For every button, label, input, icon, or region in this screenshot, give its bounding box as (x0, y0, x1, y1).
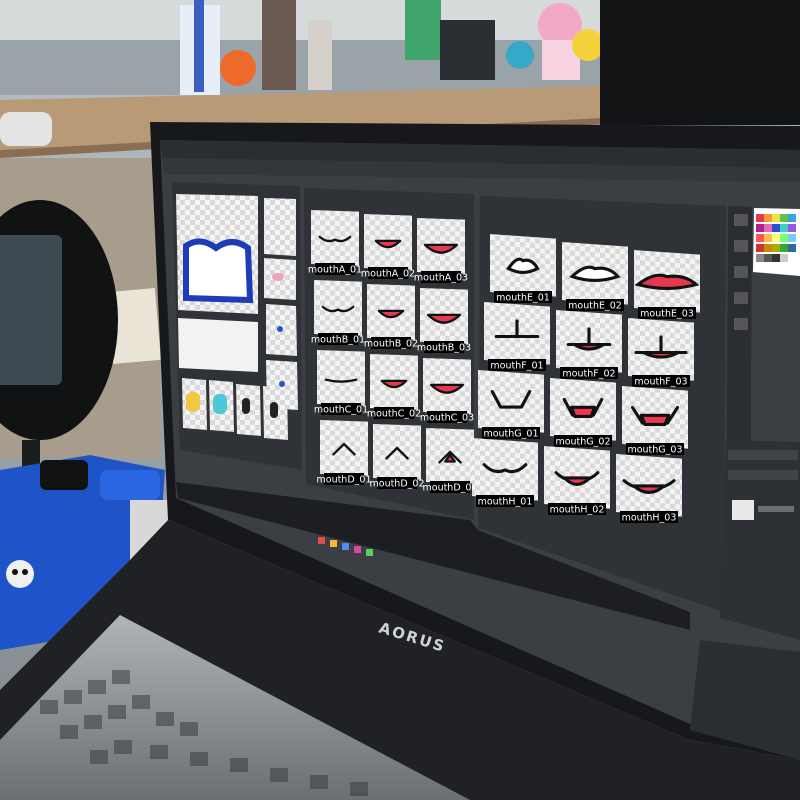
tool-icon (734, 292, 748, 304)
sprite-cell[interactable]: mouthE_02 (562, 242, 628, 312)
sprite-label: mouthB_01 (311, 335, 365, 346)
sprite-label: mouthF_02 (562, 369, 615, 380)
sprite-cell[interactable]: mouthG_03 (622, 386, 688, 456)
sprite-canvas (478, 370, 544, 433)
sprite-label: mouthA_02 (361, 269, 415, 280)
sprite-label: mouthH_01 (478, 497, 533, 508)
color-palette[interactable] (753, 208, 800, 276)
sprite-cell[interactable]: mouthA_01 (308, 210, 362, 276)
layer-thumbnail (732, 500, 754, 520)
middle-mouth-panel[interactable]: mouthA_01mouthA_02mouthA_03mouthB_01mout… (304, 188, 478, 520)
dark-monitor-back (600, 0, 800, 125)
sprite-label: mouthB_02 (364, 339, 418, 350)
sprite-label: mouthG_01 (483, 429, 538, 440)
sprite-thumb-empty (178, 318, 258, 372)
sprite-cell[interactable]: mouthH_02 (544, 446, 610, 516)
sprite-label: mouthA_01 (308, 265, 362, 276)
left-sprite-panel[interactable] (172, 182, 302, 470)
sprite-canvas (320, 419, 368, 476)
green-book (405, 0, 441, 60)
tool-icon (734, 318, 748, 330)
sprite-cell[interactable]: mouthD_02 (370, 424, 425, 490)
sprite-label: mouthD_01 (317, 475, 372, 486)
sprite-label: mouthE_03 (640, 309, 694, 320)
sprite-cell[interactable]: mouthE_01 (490, 234, 556, 304)
sprite-label: mouthA_03 (414, 273, 468, 284)
sprite-canvas (317, 349, 365, 406)
sprite-label: mouthD_02 (370, 479, 425, 490)
sprite-label: mouthC_01 (314, 405, 368, 416)
sprite-canvas (373, 424, 421, 480)
sprite-label: mouthH_03 (622, 513, 677, 524)
sprite-cell[interactable]: mouthA_02 (361, 214, 415, 280)
sprite-cell[interactable]: mouthB_01 (311, 279, 365, 346)
sprite-cell[interactable]: mouthE_03 (634, 250, 700, 320)
sprite-cell[interactable]: mouthB_03 (417, 288, 471, 354)
sprite-label: mouthH_02 (550, 505, 605, 516)
photo-scene: AORUS mouthA_01mouthA_02mouthA_03mouthB_… (0, 0, 800, 800)
sprite-label: mouthE_01 (496, 293, 550, 304)
robot-face-screen (0, 235, 62, 385)
sprite-cell[interactable]: mouthC_03 (420, 358, 474, 424)
sprite-cell[interactable]: mouthF_02 (556, 310, 622, 380)
sprite-canvas (314, 279, 362, 336)
sprite-cell[interactable]: mouthH_01 (472, 438, 538, 508)
sprite-cell[interactable]: mouthF_03 (628, 318, 694, 388)
sprite-cell[interactable]: mouthF_01 (484, 302, 550, 372)
sprite-label: mouthC_02 (367, 409, 421, 420)
sprite-canvas (311, 210, 359, 266)
sprite-cell[interactable]: mouthG_02 (550, 378, 616, 448)
sprite-cell[interactable]: mouthC_02 (367, 354, 421, 420)
sprite-label: mouthB_03 (417, 343, 471, 354)
sprite-label: mouthE_02 (568, 301, 622, 312)
blue-head-outline (183, 238, 254, 304)
sprite-cell[interactable]: mouthD_01 (317, 419, 372, 486)
sprite-cell[interactable]: mouthC_01 (314, 349, 368, 416)
tool-icon (734, 240, 748, 252)
skull-icon (6, 560, 34, 588)
sprite-label: mouthF_01 (490, 361, 543, 372)
yellow-eye-sprite (186, 392, 200, 412)
sprite-label: mouthD_03 (423, 483, 478, 494)
sprite-label: mouthC_03 (420, 413, 474, 424)
sprite-cell[interactable]: mouthD_03 (423, 428, 478, 494)
tool-icon (734, 214, 748, 226)
tool-icon (734, 266, 748, 278)
sprite-cell[interactable]: mouthA_03 (414, 218, 468, 284)
sprite-label: mouthF_03 (634, 377, 687, 388)
sprite-label: mouthG_03 (627, 445, 682, 456)
white-device (0, 112, 52, 146)
sprite-cell[interactable]: mouthG_01 (478, 370, 544, 440)
cyan-eye-sprite (213, 394, 227, 414)
sprite-cell[interactable]: mouthH_03 (616, 453, 682, 524)
sprite-label: mouthG_02 (555, 437, 610, 448)
sprite-cell[interactable]: mouthB_02 (364, 284, 418, 350)
